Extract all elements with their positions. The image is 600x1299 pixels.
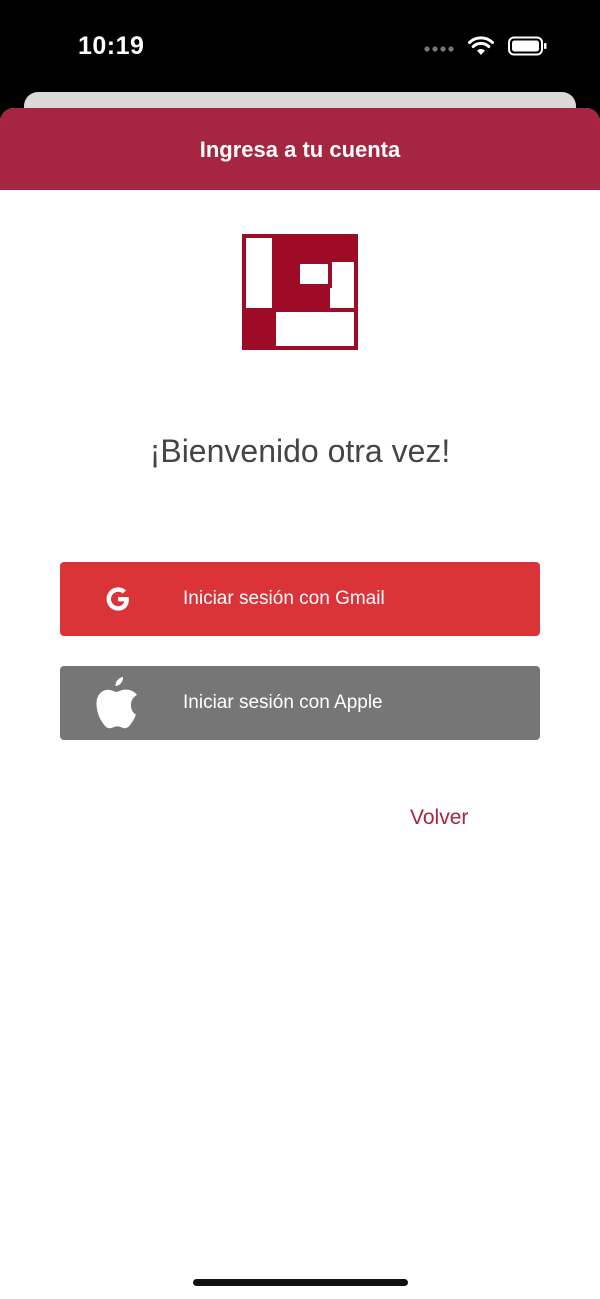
status-time: 10:19	[78, 32, 145, 60]
wifi-icon	[468, 36, 494, 61]
welcome-heading: ¡Bienvenido otra vez!	[149, 433, 451, 469]
apple-icon	[92, 677, 144, 729]
lc-logo-icon	[242, 234, 358, 350]
status-bar: 10:19	[0, 0, 600, 92]
status-icons	[424, 36, 548, 61]
apple-button-label: Iniciar sesión con Apple	[183, 692, 383, 713]
nav-header: Ingresa a tu cuenta	[0, 108, 600, 190]
login-sheet: Ingresa a tu cuenta ¡Bienvenido otra vez…	[0, 108, 600, 1299]
signal-dots-icon	[424, 40, 454, 58]
page-title: Ingresa a tu cuenta	[199, 137, 401, 162]
battery-icon	[508, 36, 548, 61]
apple-login-button[interactable]: Iniciar sesión con Apple	[60, 666, 540, 740]
gmail-login-button[interactable]: Iniciar sesión con Gmail	[60, 562, 540, 636]
google-icon	[92, 573, 144, 625]
back-link[interactable]: Volver	[410, 806, 468, 830]
gmail-button-label: Iniciar sesión con Gmail	[183, 588, 385, 609]
phone-screen: 10:19 Ingresa a tu cuenta ¡Bienvenido ot…	[0, 0, 600, 1299]
home-indicator	[193, 1279, 408, 1286]
